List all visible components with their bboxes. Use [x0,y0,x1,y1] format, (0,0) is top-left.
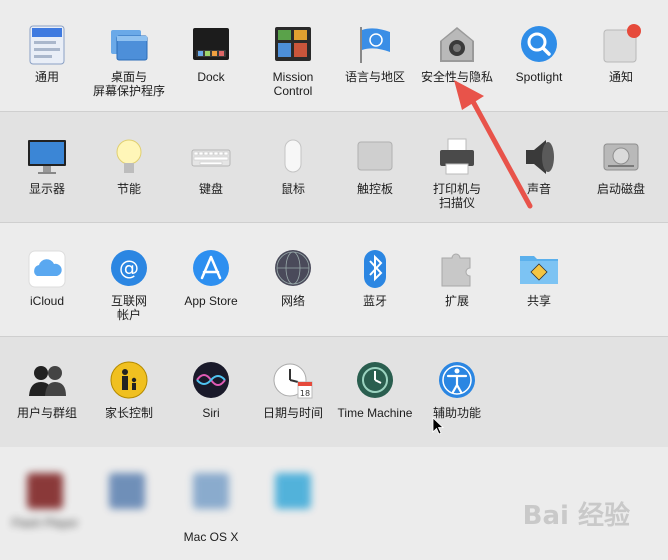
third-party-icon [272,470,314,512]
svg-text:@: @ [119,256,139,280]
pane-label: 互联网 帐户 [110,294,147,322]
pane-label: 共享 [526,294,551,308]
flash-player-icon [24,470,66,512]
pane-energy-saver[interactable]: 节能 [88,136,170,196]
pane-label: 网络 [280,294,305,308]
pane-internet-accounts[interactable]: @ 互联网 帐户 [88,248,170,322]
svg-text:18: 18 [300,389,310,398]
security-privacy-icon [436,24,478,66]
pane-label: Mission Control [272,70,314,98]
general-icon [26,24,68,66]
pane-label: Siri [202,406,220,420]
pane-flash-player[interactable]: Flash Player [4,470,86,530]
pane-date-time[interactable]: 18 日期与时间 [252,360,334,420]
watermark: Bai 经验 [522,501,630,531]
pane-spotlight[interactable]: Spotlight [498,24,580,84]
pane-language-region[interactable]: 语言与地区 [334,24,416,84]
pane-extensions[interactable]: 扩展 [416,248,498,308]
date-time-icon: 18 [272,360,314,402]
pane-label: 通用 [34,70,59,84]
pane-trackpad[interactable]: 触控板 [334,136,416,196]
pane-app-store[interactable]: App Store [170,248,252,308]
pane-label: 蓝牙 [362,294,387,308]
third-party-icon [190,470,232,512]
pane-mouse[interactable]: 鼠标 [252,136,334,196]
pane-label: App Store [184,294,238,308]
bluetooth-icon [354,248,396,290]
pane-label: iCloud [29,294,65,308]
app-store-icon [190,248,232,290]
keyboard-icon [190,136,232,178]
pane-dock[interactable]: Dock [170,24,252,84]
pane-label: 用户与群组 [16,406,77,420]
pane-third-party-4[interactable] [252,470,334,516]
notifications-icon [600,24,642,66]
pane-label: 触控板 [356,182,393,196]
pane-label: 家长控制 [104,406,153,420]
network-icon [272,248,314,290]
displays-icon [26,136,68,178]
mouse-cursor-icon [432,417,444,435]
icloud-icon [26,248,68,290]
parental-controls-icon [108,360,150,402]
third-party-icon [106,470,148,512]
pane-label: 节能 [116,182,141,196]
pane-label: 日期与时间 [262,406,323,420]
startup-disk-icon [600,136,642,178]
mouse-icon [272,136,314,178]
accessibility-icon [436,360,478,402]
desktop-screensaver-icon [108,24,150,66]
pane-label: 通知 [608,70,633,84]
pane-users-groups[interactable]: 用户与群组 [6,360,88,420]
pane-label: 键盘 [198,182,223,196]
pane-label: Time Machine [337,406,413,420]
pane-label: 扩展 [444,294,469,308]
pane-security-privacy[interactable]: 安全性与隐私 [416,24,498,84]
pane-accessibility[interactable]: 辅助功能 [416,360,498,420]
trackpad-icon [354,136,396,178]
pane-label: 显示器 [28,182,65,196]
annotation-arrow-icon [454,80,533,209]
spotlight-icon [518,24,560,66]
pane-label: 辅助功能 [432,406,481,420]
pane-label: 启动磁盘 [596,182,645,196]
pane-label: 桌面与 屏幕保护程序 [92,70,165,98]
pane-notifications[interactable]: 通知 [580,24,662,84]
pane-parental-controls[interactable]: 家长控制 [88,360,170,420]
pane-mac-os-x[interactable]: Mac OS X [170,470,252,544]
pane-label: 语言与地区 [344,70,405,84]
pane-mission-control[interactable]: Mission Control [252,24,334,98]
pane-bluetooth[interactable]: 蓝牙 [334,248,416,308]
time-machine-icon [354,360,396,402]
pane-desktop-screensaver[interactable]: 桌面与 屏幕保护程序 [88,24,170,98]
users-groups-icon [26,360,68,402]
siri-icon [190,360,232,402]
pane-general[interactable]: 通用 [6,24,88,84]
language-region-icon [354,24,396,66]
pane-time-machine[interactable]: Time Machine [334,360,416,420]
pane-label: Flash Player [11,516,79,530]
pane-label: Dock [197,70,225,84]
pane-sharing[interactable]: 共享 [498,248,580,308]
pane-keyboard[interactable]: 键盘 [170,136,252,196]
pane-icloud[interactable]: iCloud [6,248,88,308]
sharing-icon [518,248,560,290]
pane-network[interactable]: 网络 [252,248,334,308]
pane-startup-disk[interactable]: 启动磁盘 [580,136,662,196]
dock-icon [190,24,232,66]
energy-saver-icon [108,136,150,178]
extensions-icon [436,248,478,290]
internet-accounts-icon: @ [108,248,150,290]
pane-third-party-2[interactable] [86,470,168,516]
pane-displays[interactable]: 显示器 [6,136,88,196]
mission-control-icon [272,24,314,66]
pane-label: Mac OS X [183,530,239,544]
pane-siri[interactable]: Siri [170,360,252,420]
pane-label: 鼠标 [280,182,305,196]
